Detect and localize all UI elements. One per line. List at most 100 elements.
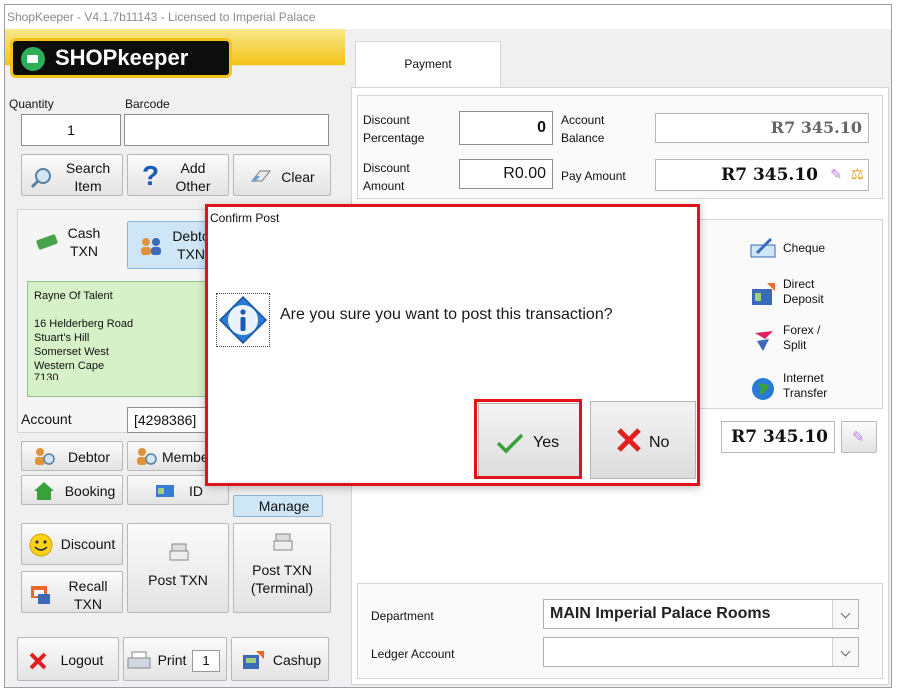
scales-icon[interactable]: ⚖ <box>851 165 864 183</box>
debtor-search-icon <box>35 448 55 465</box>
yes-highlight <box>474 399 582 479</box>
recall-label-2: TXN <box>74 596 102 612</box>
house-icon <box>34 482 54 500</box>
search-item-button[interactable]: Search Item <box>21 154 123 196</box>
debtor-txn-tab[interactable]: Debto TXN <box>127 221 217 269</box>
cash-icon <box>36 234 58 250</box>
internet-transfer-label: Internet Transfer <box>783 371 827 401</box>
no-label: No <box>649 434 670 451</box>
logout-button[interactable]: Logout <box>17 637 119 681</box>
clear-button[interactable]: Clear <box>233 154 331 196</box>
forex-split-label: Forex / Split <box>783 323 820 353</box>
window-title: ShopKeeper - V4.1.7b11143 - Licensed to … <box>5 5 891 29</box>
booking-button-label: Booking <box>64 483 116 499</box>
account-balance-label: Account Balance <box>561 111 604 147</box>
no-button[interactable]: No <box>590 401 696 479</box>
account-label: Account <box>21 411 72 427</box>
discount-button[interactable]: Discount <box>21 523 123 565</box>
post-txn-button[interactable]: Post TXN <box>127 523 229 613</box>
discount-label: Discount <box>60 536 116 552</box>
total-amount-value: R7 345.10 <box>721 421 835 453</box>
dialog-body: Are you sure you want to post this trans… <box>208 231 697 483</box>
booking-button[interactable]: Booking <box>21 475 123 505</box>
smiley-icon <box>29 533 53 557</box>
dialog-title: Confirm Post <box>208 207 697 231</box>
department-select[interactable]: MAIN Imperial Palace Rooms <box>543 599 859 629</box>
barcode-label: Barcode <box>125 97 170 111</box>
logout-label: Logout <box>60 652 104 668</box>
question-mark-icon: ? <box>142 160 160 191</box>
pay-amount-input[interactable]: R7 345.10 ✎ ⚖ <box>655 159 869 191</box>
discount-pct-label-2: Percentage <box>363 131 425 145</box>
department-label: Department <box>371 609 434 623</box>
printer-register-icon <box>169 543 189 561</box>
printer-icon <box>127 651 151 669</box>
pay-amount-label: Pay Amount <box>561 169 626 183</box>
discount-amt-label-2: Amount <box>363 179 405 193</box>
post-terminal-label-2: (Terminal) <box>250 580 314 596</box>
add-label-1: Add <box>180 160 206 176</box>
search-label-2: Item <box>74 178 102 194</box>
ledger-account-select[interactable] <box>543 637 859 667</box>
recall-txn-button[interactable]: Recall TXN <box>21 571 123 613</box>
cheque-icon <box>750 237 776 258</box>
discount-amount-input[interactable]: R0.00 <box>459 159 553 189</box>
red-x-icon <box>29 652 47 670</box>
cheque-button[interactable]: Cheque <box>749 233 869 265</box>
forex-label-2: Split <box>783 338 807 352</box>
search-label-1: Search <box>65 160 111 176</box>
pay-amount-value: R7 345.10 <box>721 165 818 185</box>
magnifier-icon <box>30 168 51 189</box>
print-label: Print <box>157 652 187 668</box>
tab-payment[interactable]: Payment <box>355 41 501 89</box>
terminal-register-icon <box>273 533 293 551</box>
add-label-2: Other <box>175 178 211 194</box>
register-icon <box>31 586 50 604</box>
quantity-label: Quantity <box>9 97 54 111</box>
forex-split-button[interactable]: Forex / Split <box>749 323 869 359</box>
barcode-input[interactable] <box>124 114 329 146</box>
internet-transfer-button[interactable]: Internet Transfer <box>749 369 869 405</box>
cash-label-2: TXN <box>70 243 98 259</box>
magic-wand-icon-2: ✎ <box>852 429 865 446</box>
print-count-input[interactable]: 1 <box>192 650 220 672</box>
debtor-button-label: Debtor <box>67 449 111 465</box>
forex-label-1: Forex / <box>783 323 821 337</box>
magic-wand-icon[interactable]: ✎ <box>830 166 842 183</box>
debtor-button[interactable]: Debtor <box>21 441 123 471</box>
clear-label: Clear <box>281 169 315 185</box>
add-other-button[interactable]: ? Add Other <box>127 154 229 196</box>
edit-amount-button[interactable]: ✎ <box>841 421 877 453</box>
internet-label-2: Transfer <box>783 386 828 400</box>
internet-label-1: Internet <box>783 371 824 385</box>
cash-label-1: Cash <box>67 225 101 241</box>
id-card-icon <box>156 485 174 497</box>
direct-label-1: Direct <box>783 277 815 291</box>
cashup-register-icon <box>243 651 264 669</box>
manage-button[interactable]: Manage <box>233 495 323 517</box>
eraser-icon <box>250 170 272 182</box>
print-button[interactable]: Print 1 <box>123 637 227 681</box>
shopkeeper-logo: SHOPkeeper <box>13 41 229 75</box>
quantity-input[interactable]: 1 <box>21 114 121 146</box>
forex-icon <box>755 331 773 351</box>
chevron-down-icon[interactable] <box>832 638 858 666</box>
post-txn-label: Post TXN <box>148 572 208 588</box>
discount-amt-label-1: Discount <box>363 161 410 175</box>
logo-text: SHOPkeeper <box>55 45 189 70</box>
post-txn-terminal-button[interactable]: Post TXN (Terminal) <box>233 523 331 613</box>
discount-pct-label-1: Discount <box>363 113 410 127</box>
chevron-down-icon[interactable] <box>832 600 858 628</box>
post-terminal-label-1: Post TXN <box>252 562 312 578</box>
cash-txn-tab[interactable]: Cash TXN <box>27 219 117 267</box>
direct-deposit-button[interactable]: Direct Deposit <box>749 277 869 313</box>
bank-icon <box>752 283 775 305</box>
cashup-button[interactable]: Cashup <box>231 637 329 681</box>
info-glyph <box>218 295 268 345</box>
people-icon <box>141 238 161 255</box>
department-value: MAIN Imperial Palace Rooms <box>550 605 771 622</box>
direct-label-2: Deposit <box>783 292 824 306</box>
discount-percentage-input[interactable]: 0 <box>459 111 553 145</box>
cheque-label: Cheque <box>783 241 826 255</box>
globe-icon <box>752 378 774 400</box>
